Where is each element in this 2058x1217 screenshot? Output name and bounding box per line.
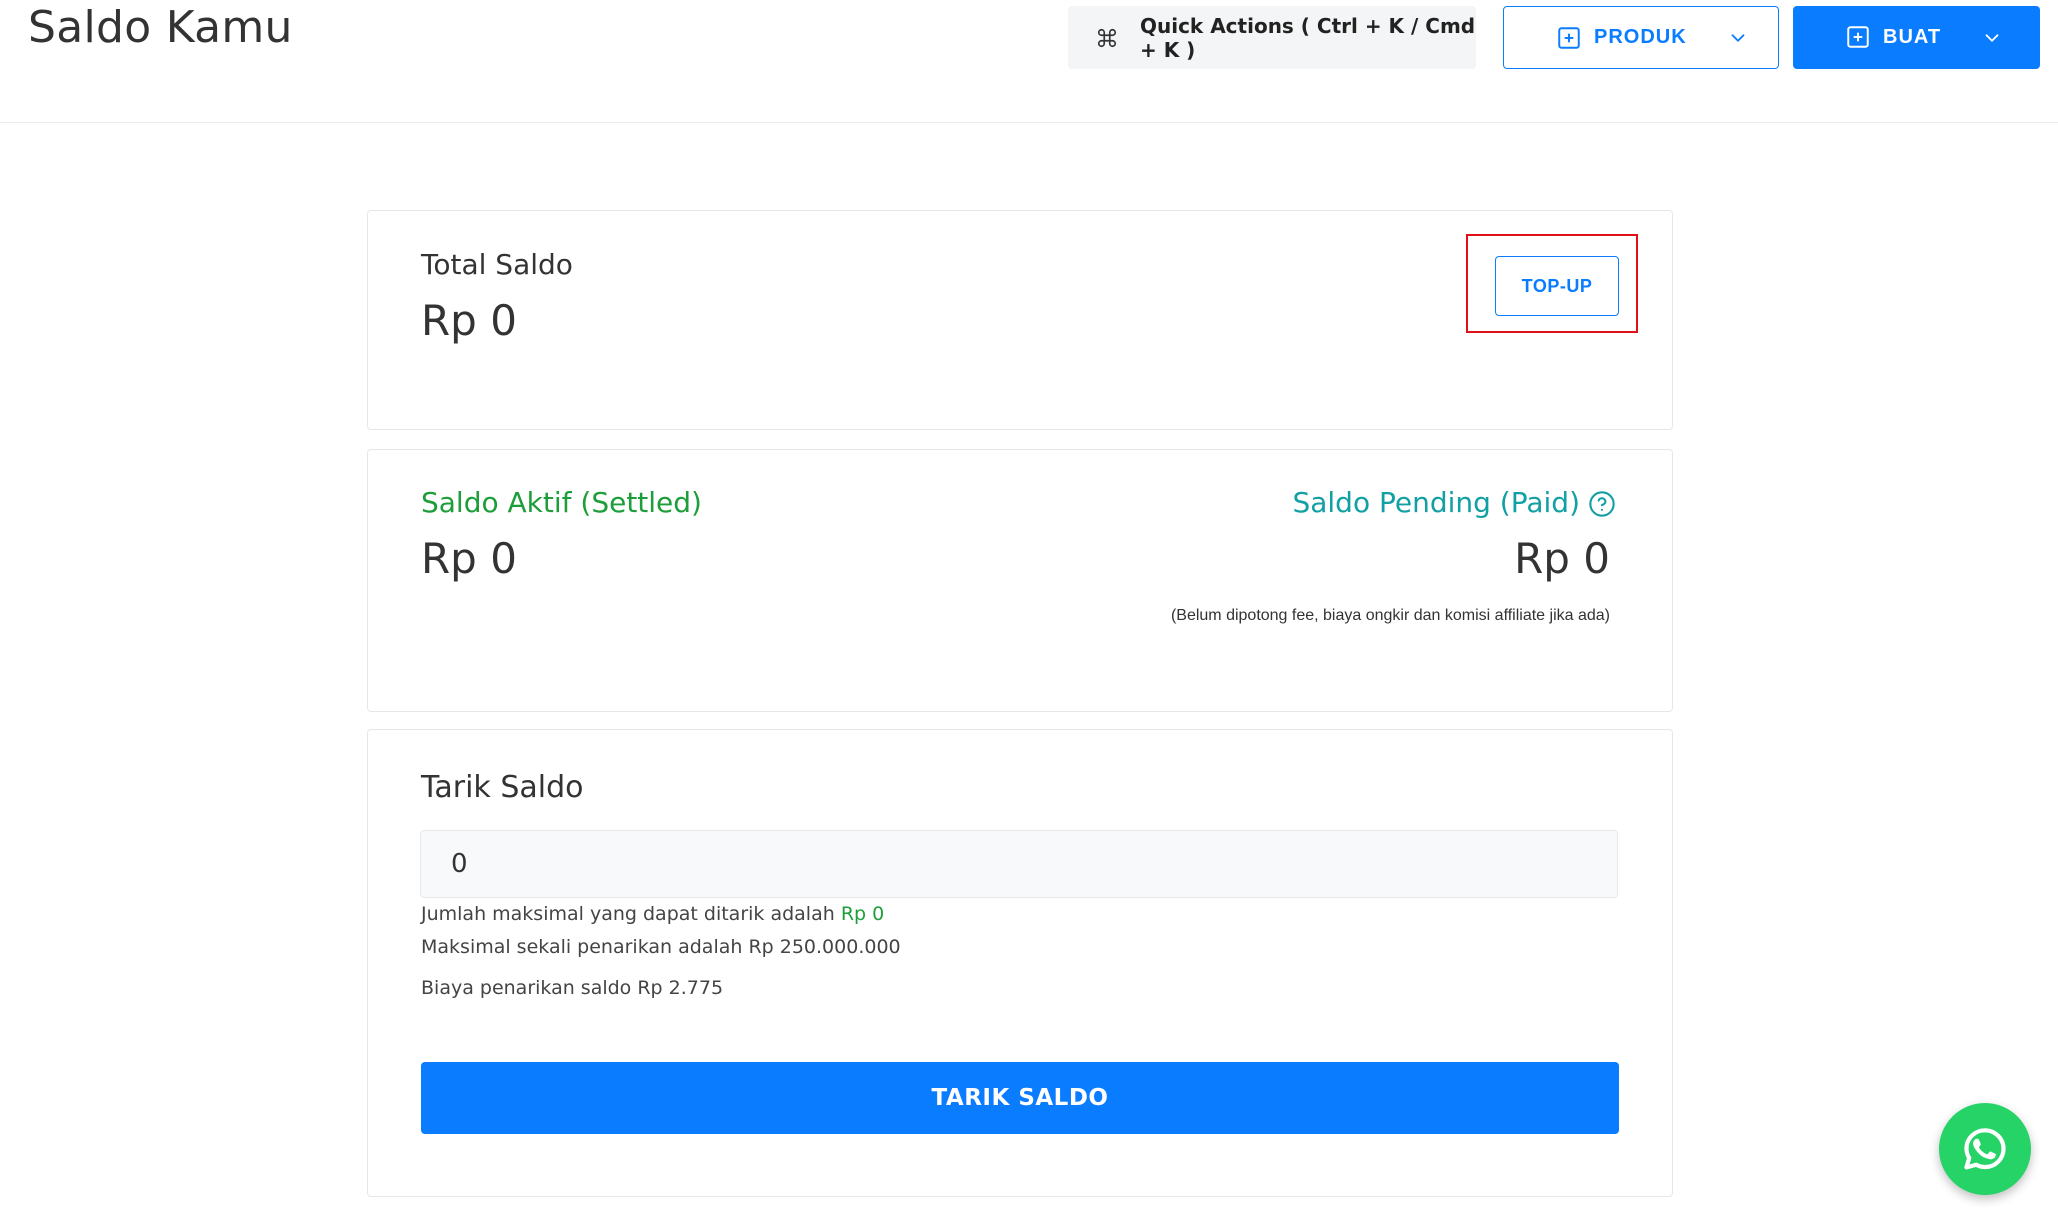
page: Saldo Kamu Quick Actions ( Ctrl + K / Cm… xyxy=(0,0,2058,1217)
plus-square-icon xyxy=(1847,26,1869,48)
max-once-text: Maksimal sekali penarikan adalah Rp 250.… xyxy=(421,936,901,958)
saldo-aktif-amount: Rp 0 xyxy=(421,534,517,583)
total-saldo-label: Total Saldo xyxy=(421,248,573,281)
max-withdraw-prefix: Jumlah maksimal yang dapat ditarik adala… xyxy=(421,903,841,925)
command-icon xyxy=(1097,28,1117,47)
quick-actions-label: Quick Actions ( Ctrl + K / Cmd + K ) xyxy=(1139,13,1476,62)
tarik-saldo-title: Tarik Saldo xyxy=(421,770,584,805)
total-saldo-amount: Rp 0 xyxy=(421,296,517,345)
produk-label: PRODUK xyxy=(1594,26,1687,48)
topup-button[interactable]: TOP-UP xyxy=(1495,256,1619,316)
saldo-aktif-label: Saldo Aktif (Settled) xyxy=(421,486,702,519)
question-circle-icon[interactable] xyxy=(1588,490,1616,518)
max-withdraw-text: Jumlah maksimal yang dapat ditarik adala… xyxy=(421,903,884,925)
saldo-pending-amount: Rp 0 xyxy=(1514,534,1610,583)
plus-square-icon xyxy=(1558,27,1580,49)
whatsapp-button[interactable] xyxy=(1939,1103,2031,1195)
max-withdraw-amount: Rp 0 xyxy=(840,903,885,925)
produk-button[interactable]: PRODUK xyxy=(1503,6,1779,69)
buat-button[interactable]: BUAT xyxy=(1793,6,2040,69)
tarik-saldo-button[interactable]: TARIK SALDO xyxy=(421,1062,1619,1134)
quick-actions-button[interactable]: Quick Actions ( Ctrl + K / Cmd + K ) xyxy=(1068,6,1476,69)
page-title: Saldo Kamu xyxy=(28,2,293,53)
saldo-pending-header: Saldo Pending (Paid) xyxy=(1292,486,1616,519)
withdraw-amount-input[interactable] xyxy=(420,830,1618,898)
chevron-down-icon xyxy=(1731,33,1745,42)
withdraw-fee-text: Biaya penarikan saldo Rp 2.775 xyxy=(421,977,724,999)
whatsapp-icon xyxy=(1964,1128,2006,1170)
saldo-pending-label: Saldo Pending (Paid) xyxy=(1292,486,1580,519)
buat-label: BUAT xyxy=(1883,26,1942,48)
header: Saldo Kamu Quick Actions ( Ctrl + K / Cm… xyxy=(0,0,2058,123)
saldo-pending-note: (Belum dipotong fee, biaya ongkir dan ko… xyxy=(1170,607,1610,624)
chevron-down-icon xyxy=(1985,33,1999,42)
